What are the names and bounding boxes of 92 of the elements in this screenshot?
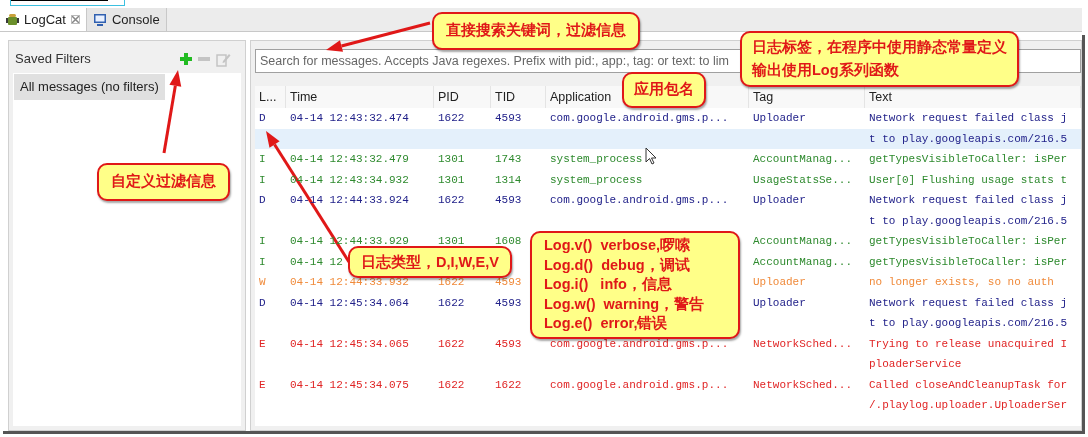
callout-text: 直接搜索关键词，过滤信息 [446,21,626,40]
column-header[interactable]: L... [259,87,277,107]
table-cell: 1301 [438,153,465,165]
table-cell: system_process [550,173,643,186]
callout-text: 应用包名 [634,80,694,99]
table-cell: 1622 [438,296,465,309]
column-header[interactable]: Application [550,87,612,107]
panel-title: Saved Filters [15,50,91,69]
tab[interactable]: Console [86,8,167,31]
table-cell: 1622 [495,378,522,391]
callout-text: Log.d() debug，调试 [544,255,691,275]
table-cell: E [259,378,266,391]
table-cell: no longer exists, so no auth [869,276,1054,288]
table-cell: 1314 [495,173,522,186]
table-cell: D [259,194,266,206]
table-cell: 04-14 12:45:34.064 [290,296,409,309]
table-cell: 04-14 12 [290,255,343,268]
table-cell: getTypesVisibleToCaller: isPer [869,153,1068,165]
table-cell: Network request failed class j [869,296,1068,309]
table-cell: 1622 [438,276,465,288]
column-header[interactable]: TID [495,87,516,107]
table-cell: 4593 [495,194,522,206]
callout-text: Log.e() error,错误 [544,314,669,333]
table-cell: AccountManag... [753,153,853,165]
table-cell: Called closeAndCleanupTask for [869,378,1068,391]
table-cell: com.google.android.gms.p... [550,194,729,206]
table-cell: /.playlog.uploader.UploaderSer [869,399,1068,411]
column-header[interactable]: PID [438,87,459,107]
table-cell: Uploader [753,296,806,309]
table-cell: I [259,173,266,186]
table-cell: 04-14 12:44:33.932 [290,276,409,288]
table-cell: AccountManag... [753,255,853,268]
table-cell: com.google.android.gms.p... [550,112,729,124]
table-cell: NetworkSched... [753,378,853,391]
table-cell: UsageStatsSe... [753,173,853,186]
table-cell: com.google.android.gms.p... [550,378,729,391]
callout-text: Log.i() info，信息 [544,275,673,294]
monitor-icon [92,13,107,26]
add-icon[interactable] [180,53,192,65]
table-cell: 1301 [438,235,465,247]
table-cell: User[0] Flushing usage stats t [869,173,1068,186]
table-cell: I [259,153,266,165]
android-icon [6,13,19,26]
column-header[interactable]: Tag [753,87,774,107]
table-cell: com.google.android.gms.p... [550,337,729,350]
table-cell: D [259,112,266,124]
close-icon[interactable] [70,15,80,24]
table-cell: 1622 [438,378,465,391]
table-cell: 1622 [438,337,465,350]
table-cell: 04-14 12:43:32.474 [290,112,409,124]
table-cell: 1608 [495,235,522,247]
table-cell: t to play.googleapis.com/216.5 [869,132,1068,145]
table-cell: 4593 [495,276,522,288]
table-cell: 1622 [438,112,465,124]
table-cell: I [259,255,266,268]
table-cell: t to play.googleapis.com/216.5 [869,214,1068,227]
table-cell: ploaderService [869,358,962,370]
table-cell: Uploader [753,276,806,288]
table-cell: Network request failed class j [869,112,1068,124]
table-cell: 4593 [495,112,522,124]
filter-item[interactable]: All messages (no filters) [14,74,165,100]
table-cell: getTypesVisibleToCaller: isPer [869,235,1068,247]
table-cell: system_process [550,153,643,165]
table-cell: I [259,235,266,247]
table-cell: 1301 [438,173,465,186]
table-cell: 1622 [438,194,465,206]
table-cell: 4593 [495,337,522,350]
callout-text: Log.v() verbose,啰嗦 [544,236,692,255]
table-cell: Trying to release unacquired I [869,337,1068,350]
cursor-icon [645,147,657,165]
table-cell: AccountManag... [753,235,853,247]
table-cell: 4593 [495,296,522,309]
table-cell: Uploader [753,194,806,206]
table-cell: D [259,296,266,309]
table-cell: W [259,276,266,288]
table-cell: 1743 [495,153,522,165]
callout-text: Log.w() warning，警告 [544,294,706,314]
callout-text: 日志类型，D,I,W,E,V [361,253,499,272]
selected-row[interactable]: t to play.googleapis.com/216.5 [255,128,1081,149]
table-cell: Uploader [753,112,806,124]
tab[interactable]: LogCat [0,8,87,31]
table-cell: Network request failed class j [869,194,1068,206]
table-cell: NetworkSched... [753,337,853,350]
column-header[interactable]: Time [290,87,318,107]
table-cell: 04-14 12:45:34.065 [290,337,409,350]
table-cell: E [259,337,266,350]
table-cell: getTypesVisibleToCaller: isPer [869,255,1068,268]
table-cell: 04-14 12:45:34.075 [290,378,409,391]
table-cell: t to play.googleapis.com/216.5 [869,317,1068,329]
column-header[interactable]: Text [869,87,892,107]
table-cell: 04-14 12:43:32.479 [290,153,409,165]
callout-text: 自定义过滤信息 [111,172,216,191]
